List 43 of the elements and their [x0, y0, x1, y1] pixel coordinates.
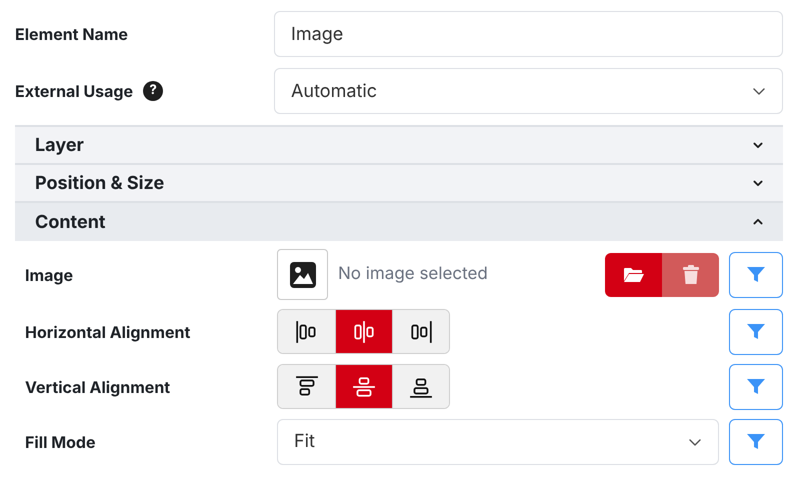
property-label: Horizontal Alignment — [25, 320, 192, 344]
alignment-toggle[interactable] — [335, 365, 392, 408]
alignment-toggle[interactable] — [278, 310, 335, 353]
field-label: External Usage — [15, 80, 134, 103]
chevron-up-icon — [753, 218, 763, 226]
align-right-icon — [409, 320, 433, 344]
name-field[interactable]: Image — [274, 11, 783, 57]
property-label: Fill Mode — [25, 430, 97, 454]
section-header[interactable]: Position & Size — [15, 163, 783, 201]
align-center-icon — [352, 320, 376, 344]
filter-button[interactable] — [729, 364, 783, 410]
folder-icon — [622, 266, 644, 282]
align-top-icon — [294, 374, 318, 398]
filter-icon — [746, 378, 766, 396]
filter-button[interactable] — [729, 418, 783, 464]
chevron-down-icon — [752, 86, 766, 96]
help-icon[interactable]: ? — [143, 81, 164, 101]
field-label: Element Name — [15, 23, 128, 46]
usage-select[interactable]: Automatic — [274, 68, 783, 114]
browse-button[interactable] — [605, 252, 662, 296]
alignment-toggle[interactable] — [392, 365, 449, 408]
alignment-toggle[interactable] — [278, 365, 335, 408]
image-status-text: No image selected — [338, 262, 489, 286]
filter-button[interactable] — [729, 252, 783, 298]
chevron-down-icon — [753, 141, 763, 149]
filter-icon — [746, 266, 766, 284]
section-header[interactable]: Layer — [15, 125, 783, 163]
align-middle-icon — [352, 374, 376, 398]
chevron-down-icon — [753, 179, 763, 187]
image-thumbnail[interactable] — [277, 249, 328, 300]
alignment-toggle[interactable] — [392, 310, 449, 353]
filter-icon — [746, 432, 766, 450]
alignment-toggle[interactable] — [335, 310, 392, 353]
section-header[interactable]: Content — [15, 201, 783, 241]
property-label: Image — [25, 264, 74, 286]
filter-button[interactable] — [729, 308, 783, 354]
image-icon — [288, 260, 316, 288]
filter-icon — [746, 322, 766, 340]
trash-icon — [682, 264, 700, 284]
chevron-down-icon — [688, 436, 702, 446]
property-label: Vertical Alignment — [25, 376, 172, 398]
fill-mode-select[interactable]: Fit — [277, 418, 719, 464]
align-left-icon — [294, 320, 318, 344]
